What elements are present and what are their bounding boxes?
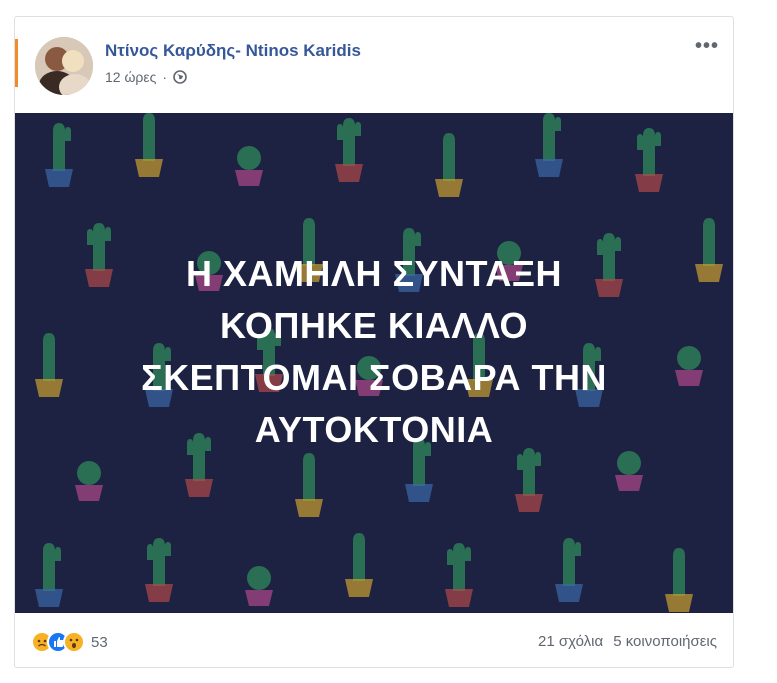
post-card: Ντίνος Καρύδης- Ntinos Karidis 12 ώρες ·… (14, 16, 734, 668)
more-options-button[interactable]: ••• (695, 35, 719, 58)
image-text-line: ΑΥΤΟΚΤΟΝΙΑ (254, 409, 494, 450)
avatar[interactable] (35, 37, 93, 95)
post-image-text: Η ΧΑΜΗΛΗ ΣΥΝΤΑΞΗ ΚΟΠΗΚΕ ΚΙΑΛΛΟ ΣΚΕΠΤΟΜΑΙ… (15, 248, 733, 456)
post-stats: 21 σχόλια 5 κοινοποιήσεις (538, 633, 717, 650)
post-image[interactable]: Η ΧΑΜΗΛΗ ΣΥΝΤΑΞΗ ΚΟΠΗΚΕ ΚΙΑΛΛΟ ΣΚΕΠΤΟΜΑΙ… (15, 113, 733, 613)
author-name[interactable]: Ντίνος Καρύδης- Ntinos Karidis (105, 41, 361, 61)
accent-bar (15, 39, 18, 87)
comments-link[interactable]: 21 σχόλια (538, 633, 603, 650)
post-time[interactable]: 12 ώρες (105, 69, 156, 85)
shares-link[interactable]: 5 κοινοποιήσεις (613, 633, 717, 650)
meta-separator: · (162, 69, 168, 85)
post-footer: 53 21 σχόλια 5 κοινοποιήσεις (15, 621, 733, 661)
image-text-line: ΣΚΕΠΤΟΜΑΙ ΣΟΒΑΡΑ ΤΗΝ (141, 357, 607, 398)
globe-icon (173, 70, 187, 84)
post-meta: 12 ώρες · (105, 69, 187, 85)
reaction-count: 53 (91, 633, 108, 651)
image-text-line: Η ΧΑΜΗΛΗ ΣΥΝΤΑΞΗ (185, 253, 563, 294)
wow-icon (63, 631, 85, 653)
image-text-line: ΚΟΠΗΚΕ ΚΙΑΛΛΟ (220, 305, 528, 346)
reactions-summary[interactable]: 53 (31, 631, 108, 653)
